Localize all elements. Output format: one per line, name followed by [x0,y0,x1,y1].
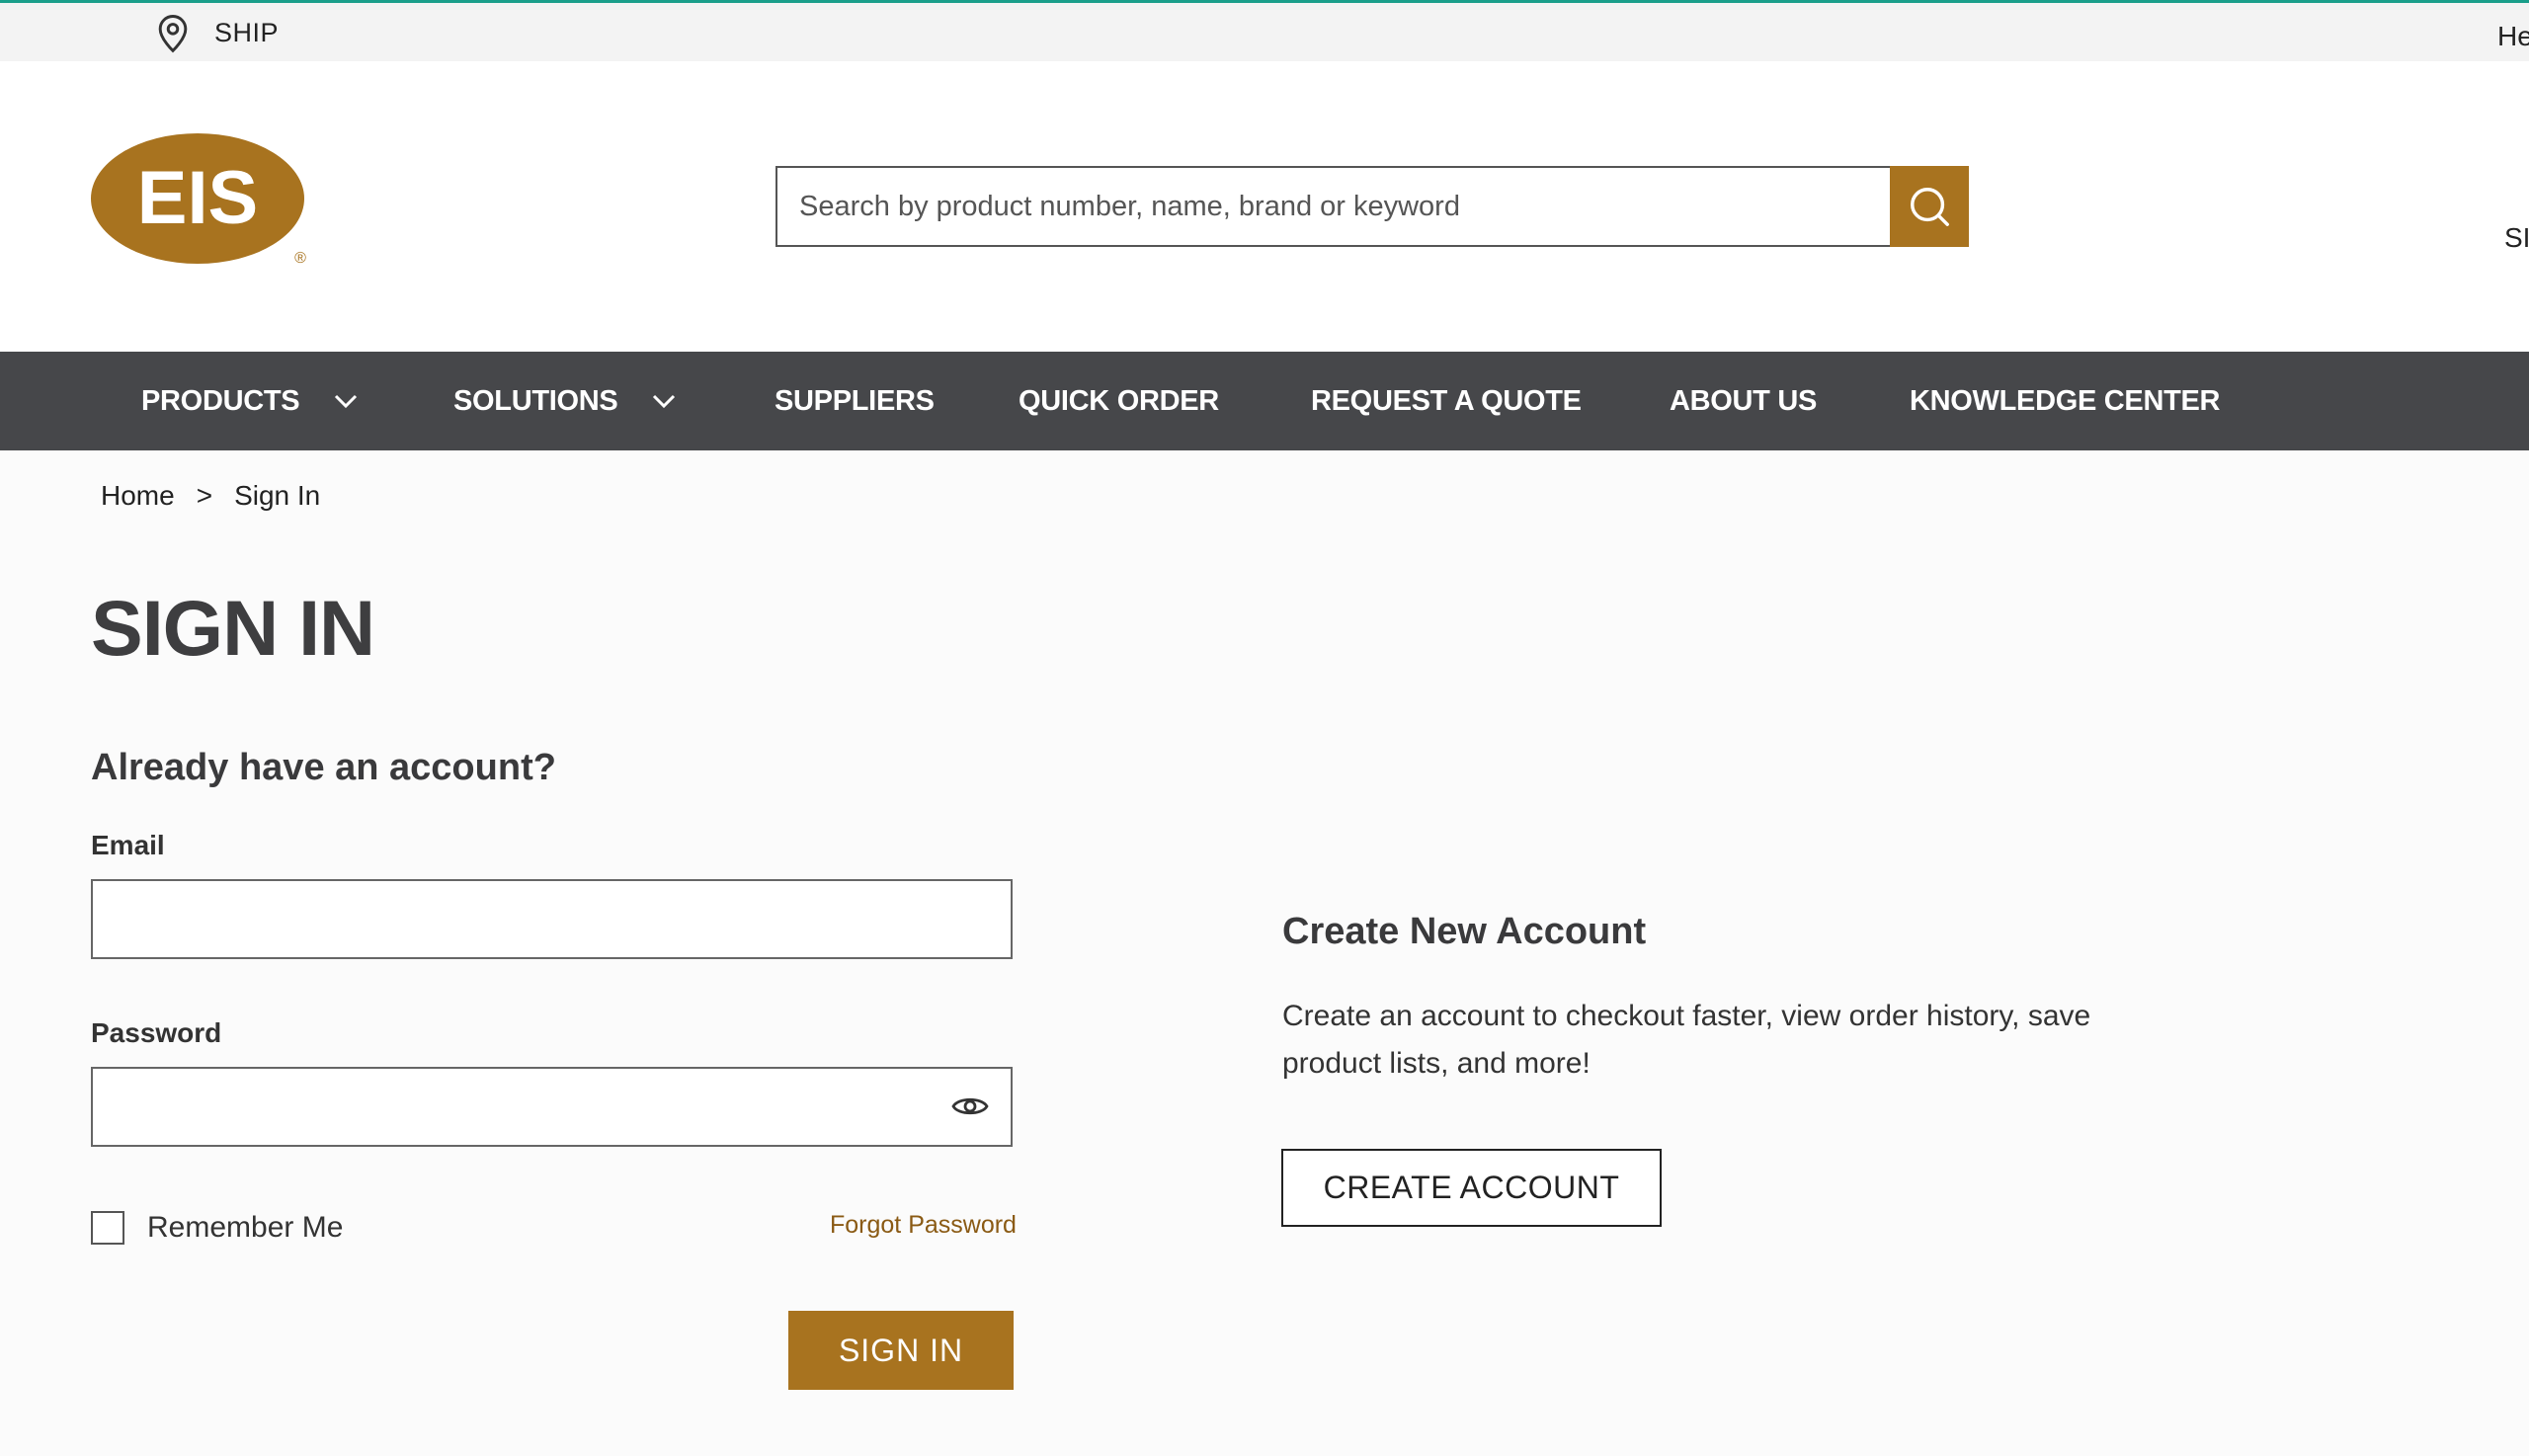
sign-in-button[interactable]: SIGN IN [788,1311,1014,1390]
ship-label: SHIP [214,17,280,47]
nav-quick-order[interactable]: QUICK ORDER [1019,352,1219,450]
nav-solutions-label: SOLUTIONS [453,384,618,417]
chevron-down-icon [335,394,358,409]
nav-products-label: PRODUCTS [141,384,300,417]
logo-text: EIS [137,156,259,240]
breadcrumb: Home > Sign In [101,480,320,512]
header-sign-in-link[interactable]: SI [2504,222,2529,254]
breadcrumb-home[interactable]: Home [101,480,175,512]
nav-suppliers-label: SUPPLIERS [775,384,935,417]
login-heading: Already have an account? [91,747,556,788]
search-button[interactable] [1890,166,1969,247]
nav-request-a-quote[interactable]: REQUEST A QUOTE [1311,352,1582,450]
page-title: SIGN IN [91,584,375,672]
location-pin-icon [158,15,188,53]
nav-request-a-quote-label: REQUEST A QUOTE [1311,384,1582,417]
nav-about-us[interactable]: ABOUT US [1670,352,1817,450]
nav-suppliers[interactable]: SUPPLIERS [775,352,935,450]
nav-solutions[interactable]: SOLUTIONS [453,352,677,450]
nav-quick-order-label: QUICK ORDER [1019,384,1219,417]
remember-me-checkbox[interactable] [91,1211,124,1245]
search-icon [1911,188,1949,226]
nav-knowledge-center[interactable]: KNOWLEDGE CENTER [1910,352,2221,450]
breadcrumb-current: Sign In [234,480,321,511]
password-label: Password [91,1017,222,1048]
eis-logo-mark: EIS ® [91,133,306,267]
remember-me-label: Remember Me [147,1211,344,1244]
top-utility-bar: SHIP He [0,0,2529,61]
nav-knowledge-center-label: KNOWLEDGE CENTER [1910,384,2221,417]
email-label: Email [91,830,165,860]
eis-logo[interactable]: EIS ® [91,132,316,276]
main-nav: PRODUCTS SOLUTIONS SUPPLIERS QUICK ORDER… [0,352,2529,450]
site-header: EIS ® SI [0,61,2529,352]
search-bar [775,166,1969,247]
show-password-eye-icon[interactable] [950,1091,990,1122]
email-field[interactable] [91,879,1013,959]
nav-products[interactable]: PRODUCTS [141,352,359,450]
help-link[interactable]: He [2497,21,2529,52]
breadcrumb-separator: > [196,480,213,511]
create-account-button[interactable]: CREATE ACCOUNT [1281,1149,1662,1227]
forgot-password-link[interactable]: Forgot Password [830,1211,1017,1240]
search-input[interactable] [775,166,1890,247]
registered-mark: ® [294,250,306,267]
nav-about-us-label: ABOUT US [1670,384,1818,417]
password-field[interactable] [91,1067,1013,1147]
ship-to-location[interactable]: SHIP [151,11,279,54]
create-account-description: Create an account to checkout faster, vi… [1282,1000,2091,1080]
chevron-down-icon [653,394,676,409]
create-account-heading: Create New Account [1282,911,1647,952]
